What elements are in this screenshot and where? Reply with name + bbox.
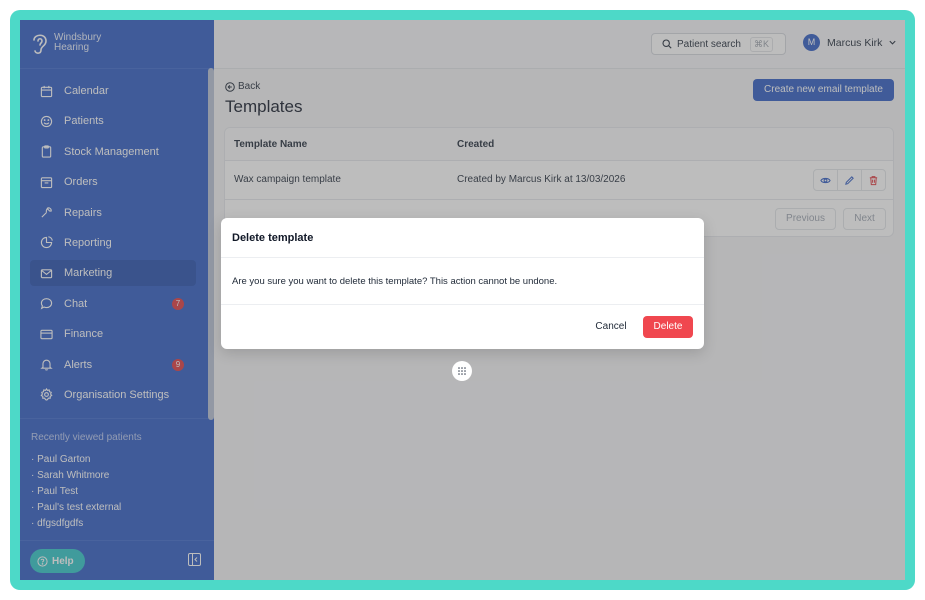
app-window: Windsbury Hearing Calendar Patients Stoc… bbox=[20, 20, 905, 580]
dialog-divider bbox=[221, 257, 704, 258]
delete-button[interactable]: Delete bbox=[643, 316, 693, 338]
grid-dots-icon bbox=[458, 367, 466, 375]
drag-handle[interactable] bbox=[452, 361, 472, 381]
dialog-message: Are you sure you want to delete this tem… bbox=[232, 276, 558, 287]
delete-template-dialog: Delete template Are you sure you want to… bbox=[221, 218, 704, 349]
cancel-button[interactable]: Cancel bbox=[586, 316, 636, 338]
dialog-title: Delete template bbox=[232, 232, 314, 244]
dialog-divider bbox=[221, 304, 704, 305]
